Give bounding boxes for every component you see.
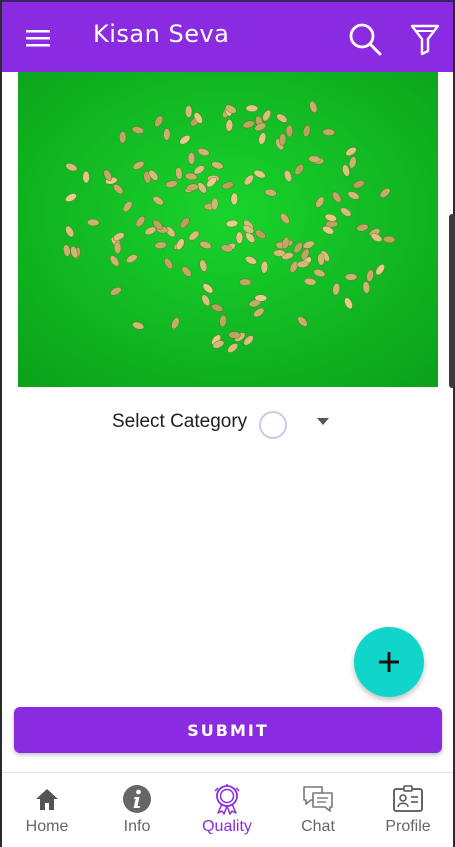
seed-grain [278, 133, 287, 146]
bottom-navigation: Home Info Quality Chat Profile [2, 772, 453, 847]
scrollbar-thumb[interactable] [449, 214, 455, 388]
quality-badge-icon [214, 784, 240, 815]
nav-label-profile: Profile [385, 818, 431, 835]
filter-icon[interactable] [408, 20, 442, 58]
nav-item-profile[interactable]: Profile [363, 773, 453, 847]
seed-grain [254, 294, 268, 302]
nav-label-quality: Quality [202, 818, 252, 835]
submit-button[interactable]: SUBMIT [14, 707, 442, 753]
nav-item-quality[interactable]: Quality [182, 773, 272, 847]
info-icon [123, 785, 151, 813]
seed-grain [184, 105, 193, 118]
seed-grain [230, 192, 239, 206]
nav-item-home[interactable]: Home [2, 773, 92, 847]
app-bar: Kisan Seva [2, 0, 453, 72]
dropdown-arrow-icon [317, 418, 329, 425]
seed-grain [235, 231, 244, 245]
category-label: Select Category [112, 411, 248, 432]
seed-grain [272, 249, 286, 257]
screen-frame-left [0, 0, 2, 847]
seed-grain [245, 104, 259, 113]
nav-item-chat[interactable]: Chat [273, 773, 363, 847]
chat-icon [303, 786, 333, 812]
search-icon[interactable] [346, 20, 384, 58]
seed-grain [82, 170, 90, 184]
seed-grain [187, 152, 196, 165]
seed-grain [238, 278, 252, 286]
app-title: Kisan Seva [93, 20, 230, 48]
seed-sample-image [18, 72, 438, 387]
menu-icon[interactable] [24, 26, 54, 50]
home-icon [36, 789, 58, 810]
nav-label-info: Info [123, 818, 151, 835]
category-dropdown[interactable]: Select Category [112, 405, 334, 439]
nav-label-home: Home [25, 818, 69, 835]
seed-grain [163, 128, 171, 141]
add-button[interactable] [354, 627, 424, 697]
touch-ripple [259, 411, 287, 439]
nav-label-chat: Chat [301, 818, 335, 835]
seed-grain [118, 130, 127, 144]
seed-grain [344, 273, 358, 281]
profile-card-icon [393, 785, 423, 812]
plus-icon [379, 652, 399, 672]
seed-grain [86, 218, 100, 227]
nav-item-info[interactable]: Info [92, 773, 182, 847]
